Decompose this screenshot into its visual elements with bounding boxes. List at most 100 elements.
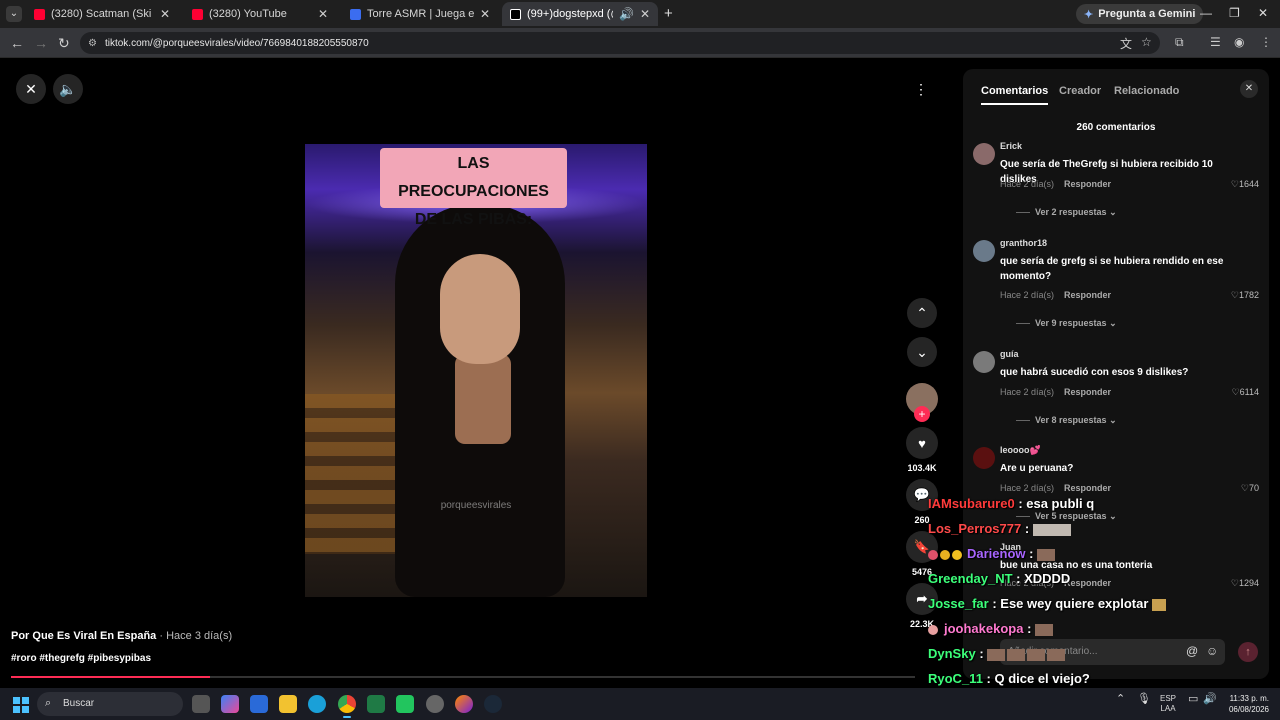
send-comment-button[interactable]: ↑ [1238, 642, 1258, 662]
tab-1[interactable]: (3280) YouTube ✕ [184, 2, 336, 26]
profile-avatar-icon[interactable]: ◉ [1234, 35, 1244, 49]
like-action[interactable]: ♥ 103.4K [906, 427, 938, 473]
language-indicator[interactable]: ESP LAA [1158, 694, 1178, 714]
gemini-label: Pregunta a Gemini [1098, 8, 1196, 20]
reload-icon[interactable]: ↻ [58, 35, 70, 52]
tab-strip: ⌄ (3280) Scatman (Ski Ba Bop Ba ✕ (3280)… [0, 0, 1280, 28]
reply-button[interactable]: Responder [1064, 578, 1111, 588]
video-hashtags[interactable]: #roro #thegrefg #pibesypibas [11, 653, 151, 664]
author-name[interactable]: Por Que Es Viral En España [11, 630, 156, 642]
volume-button[interactable]: 🔈 [53, 74, 83, 104]
more-options-button[interactable]: ⋮ [906, 74, 936, 104]
translate-icon[interactable]: 文 [1120, 35, 1132, 52]
chrome-icon[interactable] [338, 695, 356, 718]
network-icon[interactable]: ▭ [1188, 694, 1198, 705]
comment-user[interactable]: leoooo💕 [1000, 445, 1041, 456]
next-video-button[interactable]: ⌄ [907, 337, 937, 367]
windows-start-icon[interactable] [13, 697, 29, 713]
tray-expand-icon[interactable]: ⌃ [1116, 694, 1125, 705]
tab-creador[interactable]: Creador [1059, 85, 1101, 97]
store-icon[interactable] [250, 695, 268, 713]
tab-label: Comentarios [981, 85, 1049, 97]
extensions-icon[interactable]: ⧉ [1175, 35, 1184, 50]
steam-icon[interactable] [484, 695, 502, 713]
tab-close-icon[interactable]: ✕ [318, 7, 328, 21]
task-view-icon[interactable] [192, 695, 210, 713]
tab-close-icon[interactable]: ✕ [640, 7, 650, 21]
reply-button[interactable]: Responder [1064, 290, 1111, 300]
previous-video-button[interactable]: ⌃ [907, 298, 937, 328]
comment-user[interactable]: guía [1000, 349, 1019, 359]
crown-icon [952, 549, 962, 560]
excel-icon[interactable] [367, 695, 385, 713]
heart-icon[interactable]: ♥ [906, 427, 938, 459]
comment-likes[interactable]: ♡1644 [1231, 179, 1259, 190]
tab-0[interactable]: (3280) Scatman (Ski Ba Bop Ba ✕ [26, 2, 178, 26]
tab-audio-icon[interactable]: 🔊 [619, 7, 634, 21]
copilot-icon[interactable] [221, 695, 239, 713]
comment-likes[interactable]: ♡70 [1241, 483, 1259, 494]
forward-icon[interactable]: → [34, 35, 48, 51]
avatar[interactable] [973, 447, 995, 469]
tab-close-icon[interactable]: ✕ [480, 7, 490, 21]
comment-item: granthor18 que sería de grefg si se hubi… [973, 238, 1263, 328]
video-progress-bar[interactable] [11, 676, 915, 678]
comment-likes[interactable]: ♡1294 [1231, 578, 1259, 589]
comment-user[interactable]: granthor18 [1000, 238, 1047, 248]
comment-meta: Hace 2 día(s) Responder [1000, 179, 1111, 189]
firefox-icon[interactable] [455, 695, 473, 713]
avatar[interactable] [973, 240, 995, 262]
tab-3-active[interactable]: (99+)dogstepxd (@dogstep 🔊 ✕ [502, 2, 658, 26]
app-shield-icon[interactable] [426, 695, 444, 713]
chat-message: DynSky : [928, 646, 1067, 661]
bookmark-star-icon[interactable]: ☆ [1141, 35, 1152, 49]
taskbar-search[interactable]: ⌕ Buscar [37, 692, 183, 716]
view-replies-button[interactable]: Ver 9 respuestas ⌄ [1016, 318, 1117, 329]
reading-list-icon[interactable]: ☰ [1210, 35, 1221, 49]
explorer-icon[interactable] [279, 695, 297, 713]
gemini-button[interactable]: ✦ Pregunta a Gemini [1076, 4, 1204, 24]
follow-plus-icon[interactable]: + [914, 406, 930, 422]
edge-icon[interactable] [308, 695, 326, 713]
close-window-button[interactable]: ✕ [1258, 6, 1268, 20]
comment-date: Hace 2 día(s) [1000, 179, 1055, 189]
browser-menu-icon[interactable]: ⋮ [1260, 35, 1272, 49]
tab-comentarios[interactable]: Comentarios [981, 85, 1049, 105]
view-replies-button[interactable]: Ver 8 respuestas ⌄ [1016, 415, 1117, 426]
back-icon[interactable]: ← [10, 35, 24, 51]
clock-time: 11:33 p. m. [1229, 694, 1269, 703]
speaker-icon[interactable]: 🔊 [1203, 694, 1217, 705]
emoji-icon[interactable]: ☺ [1206, 644, 1218, 658]
chat-text: : [1023, 621, 1036, 636]
like-count: 103.4K [907, 463, 937, 473]
close-video-button[interactable]: ✕ [16, 74, 46, 104]
tab-relacionado[interactable]: Relacionado [1114, 85, 1179, 97]
taskbar-clock[interactable]: 11:33 p. m. 06/08/2026 [1223, 693, 1269, 715]
avatar[interactable] [973, 351, 995, 373]
view-replies-label: Ver 2 respuestas [1035, 207, 1107, 217]
reply-button[interactable]: Responder [1064, 483, 1111, 493]
reply-button[interactable]: Responder [1064, 387, 1111, 397]
tab-close-icon[interactable]: ✕ [160, 7, 170, 21]
emote-icon [1032, 523, 1071, 536]
tab-2[interactable]: Torre ASMR | Juega en Roblox ✕ [342, 2, 498, 26]
microphone-icon[interactable]: 🎙 [1137, 694, 1151, 705]
app-green-icon[interactable] [396, 695, 414, 713]
url-field[interactable]: ⚙ tiktok.com/@porqueesvirales/video/7669… [80, 32, 1160, 54]
avatar[interactable] [973, 143, 995, 165]
mention-icon[interactable]: @ [1186, 644, 1198, 658]
comment-likes[interactable]: ♡1782 [1231, 290, 1259, 301]
reply-button[interactable]: Responder [1064, 179, 1111, 189]
restore-button[interactable]: ❐ [1229, 6, 1240, 20]
close-panel-icon[interactable]: ✕ [1240, 80, 1258, 98]
view-replies-button[interactable]: Ver 2 respuestas ⌄ [1016, 207, 1117, 218]
site-info-icon[interactable]: ⚙ [88, 38, 97, 49]
tab-search-button[interactable]: ⌄ [6, 6, 22, 22]
comment-user[interactable]: Erick [1000, 141, 1022, 151]
new-tab-button[interactable]: + [664, 5, 673, 22]
minimize-button[interactable]: — [1200, 6, 1212, 20]
comment-likes[interactable]: ♡6114 [1232, 387, 1259, 398]
video-player[interactable]: LAS PREOCUPACIONES DE LAS PIBAS: porquee… [305, 144, 647, 597]
address-bar-row: ← → ↻ ⚙ tiktok.com/@porqueesvirales/vide… [0, 28, 1280, 58]
badge-icon [928, 624, 938, 635]
